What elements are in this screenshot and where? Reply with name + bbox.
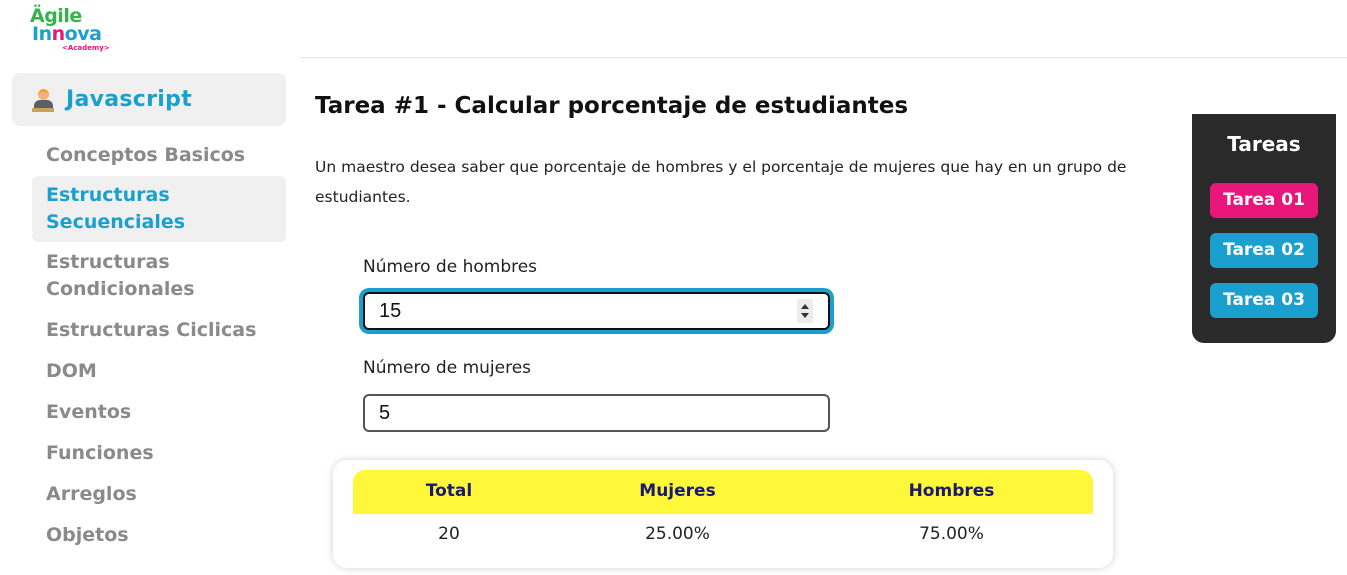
page-title: Tarea #1 - Calcular porcentaje de estudi… [315,93,909,119]
sidebar-item-dom[interactable]: DOM [32,351,286,392]
header-divider [300,57,1347,58]
stepper-down-icon[interactable] [801,313,809,318]
women-count-label: Número de mujeres [363,358,532,378]
logo-line-3: <Academy> [62,44,110,52]
women-count-input[interactable] [363,394,830,432]
stepper-up-icon[interactable] [801,304,809,309]
value-mujeres: 25.00% [645,524,710,544]
results-header-row: Total Mujeres Hombres [353,470,1093,514]
sidebar-item-objetos[interactable]: Objetos [32,515,286,556]
sidebar-item-conceptos-basicos[interactable]: Conceptos Basicos [32,135,286,176]
task-description: Un maestro desea saber que porcentaje de… [315,158,1127,206]
sidebar-item-estructuras-condicionales[interactable]: Estructuras Condicionales [32,242,286,310]
value-hombres: 75.00% [919,524,984,544]
sidebar-item-funciones[interactable]: Funciones [32,433,286,474]
value-total: 20 [438,524,460,544]
sidebar-menu: Conceptos Basicos Estructuras Secuencial… [32,135,286,556]
men-count-label: Número de hombres [363,257,538,277]
results-value-row: 20 25.00% 75.00% [353,524,1093,554]
logo-line-2: Innova [32,23,102,45]
header-mujeres: Mujeres [639,481,716,501]
sidebar-title: Javascript [66,87,193,112]
sidebar-item-estructuras-ciclicas[interactable]: Estructuras Ciclicas [32,310,286,351]
tarea-01-button[interactable]: Tarea 01 [1210,183,1318,218]
results-table: Total Mujeres Hombres 20 25.00% 75.00% [333,460,1113,568]
tarea-03-button[interactable]: Tarea 03 [1210,283,1318,318]
tarea-02-button[interactable]: Tarea 02 [1210,233,1318,268]
sidebar-item-arreglos[interactable]: Arreglos [32,474,286,515]
header-total: Total [425,481,473,501]
men-count-stepper[interactable] [797,299,813,323]
sidebar-header: Javascript [12,73,286,126]
header-hombres: Hombres [908,481,995,501]
sidebar-item-eventos[interactable]: Eventos [32,392,286,433]
sidebar-item-estructuras-secuenciales[interactable]: Estructuras Secuenciales [32,176,286,242]
men-count-input[interactable] [363,292,830,330]
developer-avatar-icon [32,88,54,112]
tareas-title: Tareas [1227,132,1301,156]
agile-innova-logo[interactable]: Ägile Innova <Academy> [30,6,110,56]
tareas-panel: Tareas Tarea 01 Tarea 02 Tarea 03 [1192,114,1336,343]
